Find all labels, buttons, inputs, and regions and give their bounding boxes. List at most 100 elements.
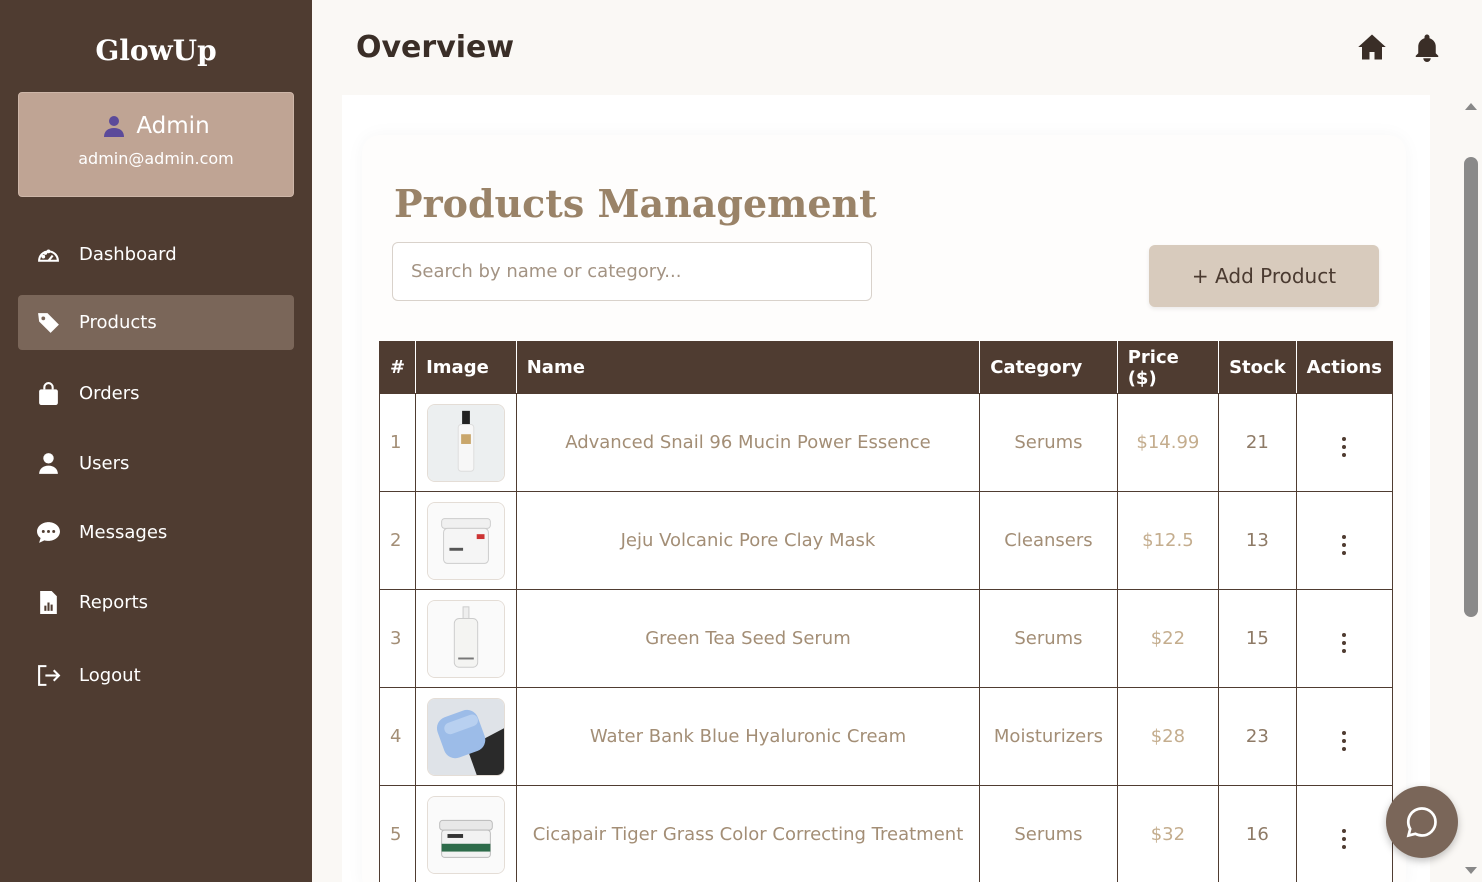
product-dropper-image [427, 600, 504, 677]
product-image-cell [415, 491, 517, 590]
actions-cell [1295, 393, 1394, 492]
product-bottle-image [427, 404, 504, 481]
product-stock: 13 [1218, 491, 1297, 590]
product-name: Water Bank Blue Hyaluronic Cream [515, 687, 981, 786]
sidebar-item-messages[interactable]: Messages [18, 505, 294, 560]
product-price: $22 [1116, 589, 1220, 688]
table-row: 2 Jeju Volcanic Pore Clay Mask Cleansers… [378, 491, 1394, 590]
column-header-name: Name [515, 341, 981, 394]
product-image-cell [415, 687, 517, 786]
sidebar-item-label: Orders [79, 383, 140, 404]
scroll-down-arrow-icon[interactable] [1465, 867, 1477, 874]
gauge-icon [38, 249, 59, 262]
sidebar-item-users[interactable]: Users [18, 436, 294, 491]
product-green-jar-image [427, 796, 504, 873]
product-category: Serums [979, 589, 1118, 688]
more-actions-icon[interactable] [1334, 727, 1354, 755]
product-blue-jar-image [427, 698, 504, 775]
page-title: Overview [356, 30, 515, 65]
user-icon [39, 453, 58, 474]
sidebar-item-dashboard[interactable]: Dashboard [18, 227, 294, 282]
more-actions-icon[interactable] [1334, 531, 1354, 559]
column-header-price: Price ($) [1116, 341, 1220, 394]
sidebar-item-orders[interactable]: Orders [18, 366, 294, 421]
product-stock: 23 [1218, 687, 1297, 786]
row-index: 1 [378, 393, 417, 492]
admin-profile-card: Admin admin@admin.com [18, 92, 294, 197]
search-input[interactable] [392, 242, 872, 301]
column-header-actions: Actions [1295, 341, 1394, 394]
column-header-index: # [378, 341, 417, 394]
product-category: Cleansers [979, 491, 1118, 590]
tag-icon [38, 313, 59, 333]
scrollbar-thumb[interactable] [1464, 157, 1478, 617]
product-stock: 15 [1218, 589, 1297, 688]
actions-cell [1295, 491, 1394, 590]
column-header-category: Category [979, 341, 1118, 394]
chat-icon [1406, 807, 1437, 838]
admin-email: admin@admin.com [78, 149, 234, 168]
section-title: Products Management [394, 181, 877, 226]
sidebar-item-logout[interactable]: Logout [18, 648, 294, 703]
sidebar-item-label: Logout [79, 665, 141, 686]
more-actions-icon[interactable] [1334, 629, 1354, 657]
products-table: # Image Name Category Price ($) Stock Ac… [378, 341, 1394, 882]
row-index: 4 [378, 687, 417, 786]
product-price: $14.99 [1116, 393, 1220, 492]
product-image [426, 795, 505, 874]
product-category: Serums [979, 785, 1118, 882]
product-price: $28 [1116, 687, 1220, 786]
actions-cell [1295, 589, 1394, 688]
column-header-stock: Stock [1218, 341, 1297, 394]
sidebar-item-label: Products [79, 312, 157, 333]
product-image-cell [415, 589, 517, 688]
product-image [426, 599, 505, 678]
table-row: 3 Green Tea Seed Serum Serums $22 15 [378, 589, 1394, 688]
sidebar-item-label: Users [79, 453, 130, 474]
product-name: Jeju Volcanic Pore Clay Mask [515, 491, 981, 590]
row-index: 3 [378, 589, 417, 688]
main-content: Products Management + Add Product # Imag… [342, 95, 1430, 882]
row-index: 2 [378, 491, 417, 590]
product-name: Advanced Snail 96 Mucin Power Essence [515, 393, 981, 492]
table-row: 5 Cicapair Tiger Grass Color Correcting … [378, 785, 1394, 882]
add-product-button[interactable]: + Add Product [1149, 245, 1379, 307]
sidebar-item-label: Reports [79, 592, 149, 613]
page-scrollbar[interactable] [1460, 95, 1482, 882]
scroll-up-arrow-icon[interactable] [1465, 103, 1477, 110]
product-image-cell [415, 393, 517, 492]
product-image-cell [415, 785, 517, 882]
column-header-image: Image [415, 341, 517, 394]
product-image [426, 697, 505, 776]
sidebar-item-reports[interactable]: Reports [18, 575, 294, 630]
actions-cell [1295, 785, 1394, 882]
sidebar-item-products[interactable]: Products [18, 295, 294, 350]
actions-cell [1295, 687, 1394, 786]
sidebar-item-label: Dashboard [79, 244, 177, 265]
product-name: Green Tea Seed Serum [515, 589, 981, 688]
more-actions-icon[interactable] [1334, 433, 1354, 461]
chat-bubble-icon [37, 522, 60, 543]
sidebar-item-label: Messages [79, 522, 168, 543]
report-icon [40, 591, 57, 614]
table-row: 1 Advanced Snail 96 Mucin Power Essence … [378, 393, 1394, 492]
admin-name: Admin [136, 113, 210, 139]
product-category: Serums [979, 393, 1118, 492]
user-avatar-icon [104, 116, 125, 137]
product-category: Moisturizers [979, 687, 1118, 786]
home-icon[interactable] [1357, 32, 1387, 62]
product-jar-image [427, 502, 504, 579]
more-actions-icon[interactable] [1334, 825, 1354, 853]
logout-icon [38, 665, 61, 686]
table-row: 4 Water Bank Blue Hyaluronic Cream Moist… [378, 687, 1394, 786]
product-image [426, 501, 505, 580]
brand-logo: GlowUp [95, 34, 217, 67]
product-name: Cicapair Tiger Grass Color Correcting Tr… [515, 785, 981, 882]
bell-icon[interactable] [1412, 32, 1442, 62]
admin-name-row: Admin [19, 113, 293, 139]
top-header: Overview [312, 0, 1482, 95]
chat-button[interactable] [1386, 786, 1458, 858]
product-price: $12.5 [1116, 491, 1220, 590]
product-stock: 21 [1218, 393, 1297, 492]
product-image [426, 403, 505, 482]
